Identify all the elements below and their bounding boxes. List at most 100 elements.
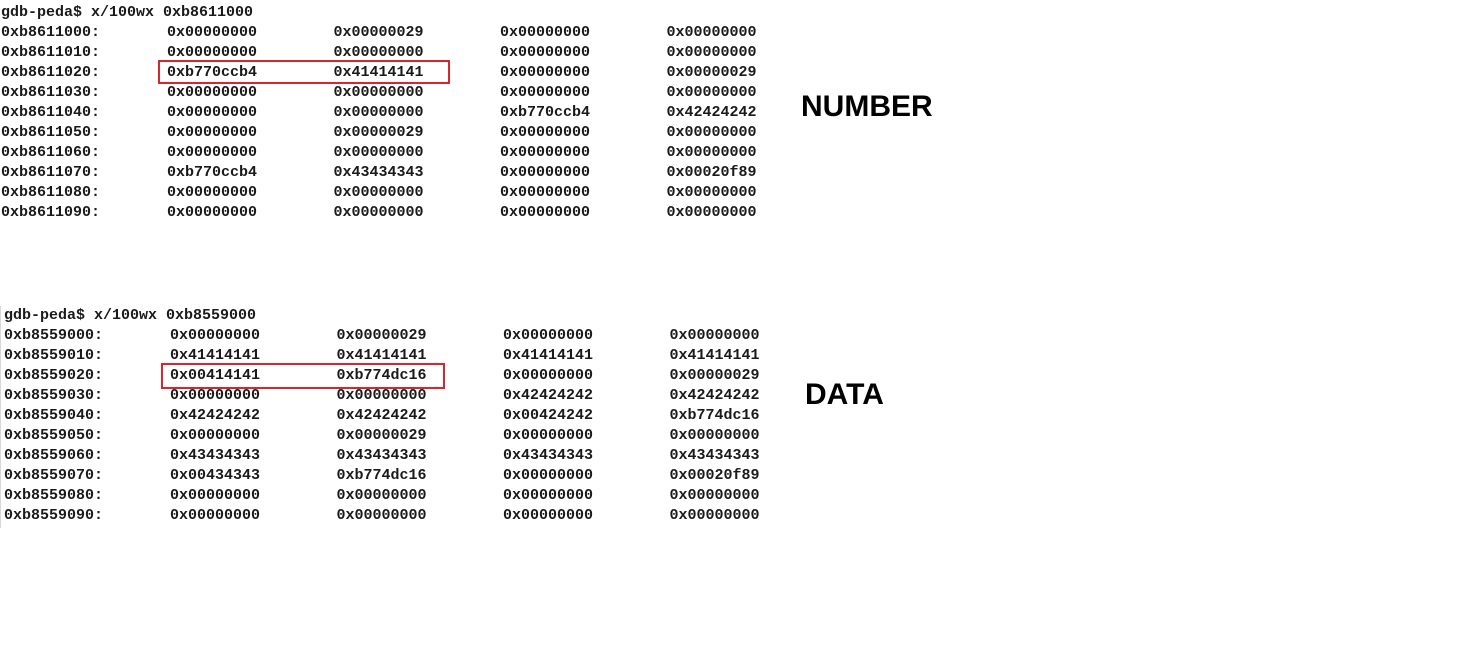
memory-word: 0x42424242 — [170, 407, 261, 424]
memory-row: 0xb8559030: 0x00000000 0x00000000 0x4242424… — [4, 386, 836, 406]
memory-address: 0xb8559050: — [4, 427, 104, 444]
memory-address: 0xb8559080: — [4, 487, 104, 504]
memory-address: 0xb8559060: — [4, 447, 104, 464]
memory-word: 0x00000000 — [503, 367, 594, 384]
memory-word: 0x00000000 — [333, 184, 424, 201]
section-label-data: DATA — [805, 378, 884, 411]
memory-row: 0xb8611060: 0x00000000 0x00000000 0x0000000… — [1, 143, 833, 163]
memory-word: 0x00000000 — [500, 24, 591, 41]
memory-address: 0xb8611080: — [1, 184, 101, 201]
memory-word: 0x43434343 — [669, 447, 760, 464]
gdb-command: gdb-peda$ x/100wx 0xb8611000 — [1, 4, 254, 21]
memory-address: 0xb8611060: — [1, 144, 101, 161]
memory-word: 0x41414141 — [503, 347, 594, 364]
memory-word: 0x00000000 — [503, 427, 594, 444]
memory-address: 0xb8559020: — [4, 367, 104, 384]
memory-row: 0xb8559040: 0x42424242 0x42424242 0x0042424… — [4, 406, 836, 426]
memory-word: 0x00000000 — [500, 184, 591, 201]
memory-word: 0x00000000 — [333, 204, 424, 221]
memory-row: 0xb8559070: 0x00434343 0xb774dc16 0x0000000… — [4, 466, 836, 486]
memory-word: 0x41414141 — [669, 347, 760, 364]
memory-word: 0x00434343 — [170, 467, 261, 484]
memory-row: 0xb8611000: 0x00000000 0x00000029 0x0000000… — [1, 23, 833, 43]
memory-word: 0x00000000 — [666, 124, 757, 141]
memory-address: 0xb8611000: — [1, 24, 101, 41]
memory-word: 0x00020f89 — [666, 164, 757, 181]
memory-address: 0xb8611030: — [1, 84, 101, 101]
memory-address: 0xb8611040: — [1, 104, 101, 121]
memory-row: 0xb8611080: 0x00000000 0x00000000 0x0000000… — [1, 183, 833, 203]
memory-word: 0x00000000 — [669, 507, 760, 524]
memory-word: 0x00000000 — [669, 427, 760, 444]
memory-row: 0xb8611040: 0x00000000 0x00000000 0xb770ccb… — [1, 103, 833, 123]
memory-word: 0x00000000 — [666, 204, 757, 221]
memory-address: 0xb8611020: — [1, 64, 101, 81]
memory-word: 0x00000000 — [333, 84, 424, 101]
memory-row: 0xb8559080: 0x00000000 0x00000000 0x0000000… — [4, 486, 836, 506]
memory-word: 0x43434343 — [333, 164, 424, 181]
memory-word: 0x00000000 — [666, 144, 757, 161]
memory-word: 0x00000000 — [170, 507, 261, 524]
memory-address: 0xb8559000: — [4, 327, 104, 344]
memory-word: 0x00000000 — [170, 327, 261, 344]
memory-word: 0x00000000 — [167, 104, 258, 121]
memory-word: 0x00000000 — [500, 124, 591, 141]
memory-word: 0x00000000 — [170, 387, 261, 404]
memory-word: 0x00000000 — [500, 164, 591, 181]
memory-word: 0x00000029 — [336, 427, 427, 444]
memory-word: 0x00000029 — [333, 124, 424, 141]
memory-row: 0xb8559000: 0x00000000 0x00000029 0x0000000… — [4, 326, 836, 346]
memory-word: 0x00000000 — [503, 487, 594, 504]
memory-word: 0x00000000 — [669, 487, 760, 504]
memory-address: 0xb8611010: — [1, 44, 101, 61]
memory-word: 0x00000000 — [167, 204, 258, 221]
memory-word: 0x00000000 — [336, 487, 427, 504]
memory-row: 0xb8611090: 0x00000000 0x00000000 0x0000000… — [1, 203, 833, 223]
memory-word: 0x00000029 — [336, 327, 427, 344]
memory-word: 0x00000000 — [500, 204, 591, 221]
memory-address: 0xb8559090: — [4, 507, 104, 524]
memory-row: 0xb8611070: 0xb770ccb4 0x43434343 0x0000000… — [1, 163, 833, 183]
memory-word: 0x00424242 — [503, 407, 594, 424]
memory-row: 0xb8611050: 0x00000000 0x00000029 0x0000000… — [1, 123, 833, 143]
memory-word: 0x00000000 — [500, 64, 591, 81]
memory-word: 0x00000000 — [167, 24, 258, 41]
memory-rows: 0xb8559000: 0x00000000 0x00000029 0x0000000… — [4, 326, 836, 526]
memory-word: 0x43434343 — [336, 447, 427, 464]
memory-word: 0x00020f89 — [669, 467, 760, 484]
memory-dump-data: gdb-peda$ x/100wx 0xb8559000 0xb8559000:… — [0, 306, 836, 528]
memory-address: 0xb8559010: — [4, 347, 104, 364]
memory-address: 0xb8611090: — [1, 204, 101, 221]
memory-word: 0x00000000 — [333, 104, 424, 121]
memory-address: 0xb8559040: — [4, 407, 104, 424]
memory-word: 0x43434343 — [170, 447, 261, 464]
memory-row: 0xb8559060: 0x43434343 0x43434343 0x4343434… — [4, 446, 836, 466]
memory-word: 0x42424242 — [336, 407, 427, 424]
memory-word: 0x00000000 — [167, 84, 258, 101]
memory-word: 0x00000000 — [503, 327, 594, 344]
memory-word: 0x00000000 — [333, 144, 424, 161]
memory-word: 0x42424242 — [503, 387, 594, 404]
memory-word: 0x00000000 — [666, 44, 757, 61]
memory-address: 0xb8611050: — [1, 124, 101, 141]
memory-row: 0xb8559090: 0x00000000 0x00000000 0x0000000… — [4, 506, 836, 526]
highlight-box-data — [161, 363, 445, 389]
highlight-box-number — [158, 60, 450, 84]
memory-word: 0x00000000 — [167, 184, 258, 201]
memory-word: 0x00000000 — [170, 427, 261, 444]
memory-address: 0xb8559070: — [4, 467, 104, 484]
memory-word: 0x00000000 — [666, 184, 757, 201]
memory-address: 0xb8559030: — [4, 387, 104, 404]
memory-word: 0x43434343 — [503, 447, 594, 464]
memory-row: 0xb8611030: 0x00000000 0x00000000 0x0000000… — [1, 83, 833, 103]
memory-word: 0x00000000 — [669, 327, 760, 344]
memory-word: 0x00000029 — [333, 24, 424, 41]
memory-word: 0x00000000 — [503, 467, 594, 484]
memory-word: 0x00000000 — [666, 24, 757, 41]
memory-row: 0xb8559050: 0x00000000 0x00000029 0x0000000… — [4, 426, 836, 446]
memory-word: 0x00000000 — [500, 84, 591, 101]
memory-word: 0x00000000 — [336, 387, 427, 404]
memory-word: 0x00000000 — [500, 44, 591, 61]
memory-word: 0x00000000 — [500, 144, 591, 161]
memory-address: 0xb8611070: — [1, 164, 101, 181]
